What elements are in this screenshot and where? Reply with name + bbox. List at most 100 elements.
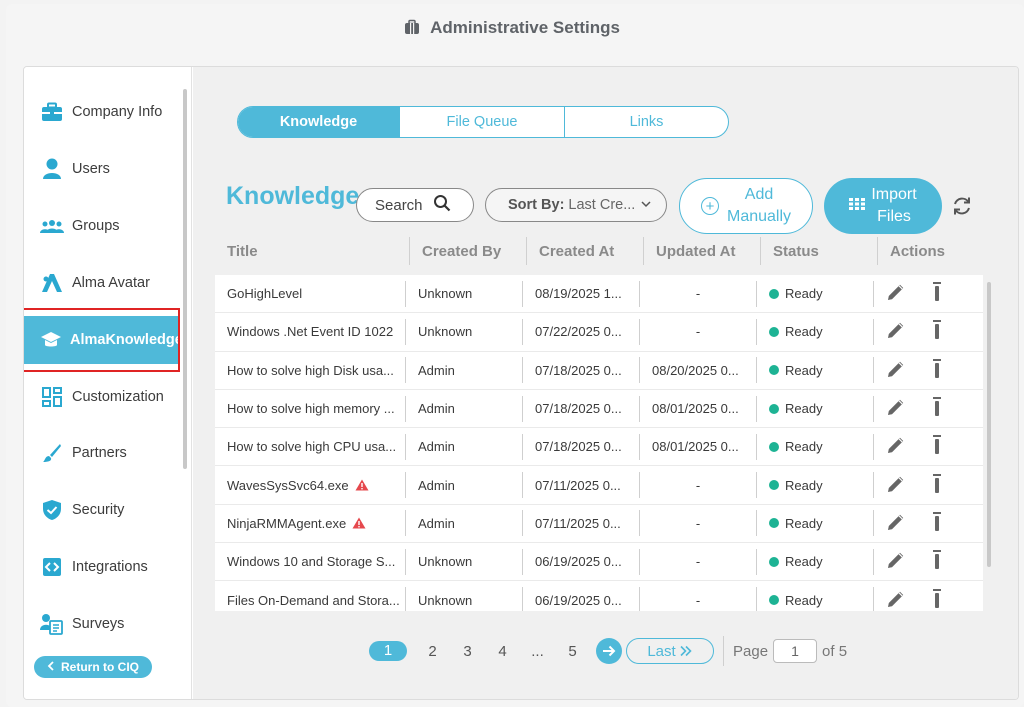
table-row[interactable]: Windows 10 and Storage S... Unknown 06/19/… [215, 543, 983, 582]
page-button-4[interactable]: 4 [485, 643, 520, 660]
sort-dropdown[interactable]: Sort By: Last Cre... [485, 188, 667, 222]
cell-title: How to solve high memory ... [215, 395, 406, 422]
column-header-title[interactable]: Title [215, 237, 410, 265]
sidebar-item-security[interactable]: Security [24, 486, 182, 534]
cell-created-at: 07/11/2025 0... [523, 510, 640, 537]
cell-title-text: Files On-Demand and Stora... [227, 592, 400, 608]
table-row[interactable]: Files On-Demand and Stora... Unknown 06/19… [215, 581, 983, 611]
column-header-updated-at[interactable]: Updated At [644, 237, 761, 265]
column-header-created-at[interactable]: Created At [527, 237, 644, 265]
sidebar-scrollbar[interactable] [183, 89, 187, 469]
table-row[interactable]: How to solve high CPU usa... Admin 07/18/2… [215, 428, 983, 467]
table-row[interactable]: WavesSysSvc64.exe Admin 07/11/2025 0... - Re… [215, 466, 983, 505]
page-button-3[interactable]: 3 [450, 643, 485, 660]
import-files-button[interactable]: Import Files [824, 178, 942, 234]
page-header: Administrative Settings [0, 18, 1024, 40]
cell-created-by-text: Admin [418, 477, 455, 493]
cell-status: Ready [757, 357, 874, 384]
edit-pencil-icon[interactable] [886, 474, 906, 497]
return-to-ciq-button[interactable]: Return to CIQ [34, 656, 152, 678]
page-button-1[interactable]: 1 [369, 641, 407, 661]
search-button[interactable]: Search [356, 188, 474, 222]
edit-pencil-icon[interactable] [886, 397, 906, 420]
edit-pencil-icon[interactable] [886, 282, 906, 305]
chevron-down-icon [641, 199, 651, 211]
table-scrollbar[interactable] [987, 282, 991, 567]
next-page-button[interactable] [596, 638, 622, 664]
status-badge: Ready [785, 515, 823, 531]
dashboard-grid-icon [40, 385, 64, 409]
edit-pencil-icon[interactable] [886, 589, 906, 611]
cell-status: Ready [757, 395, 874, 422]
cell-created-by-text: Admin [418, 515, 455, 531]
add-label-line2: Manually [726, 208, 792, 225]
sidebar-item-groups[interactable]: Groups [24, 202, 182, 250]
refresh-icon[interactable] [950, 194, 974, 218]
cell-created-by: Admin [406, 472, 523, 499]
delete-trash-icon[interactable] [932, 320, 942, 343]
column-header-status[interactable]: Status [761, 237, 878, 265]
cell-actions [874, 434, 983, 460]
cell-created-at: 06/19/2025 0... [523, 548, 640, 575]
last-label: Last [647, 642, 676, 660]
sidebar-item-customization[interactable]: Customization [24, 373, 182, 421]
edit-pencil-icon[interactable] [886, 512, 906, 535]
sidebar-item-surveys[interactable]: Surveys [24, 600, 182, 648]
sidebar-item-company-info[interactable]: Company Info [24, 88, 182, 136]
edit-pencil-icon[interactable] [886, 320, 906, 343]
table-row[interactable]: NinjaRMMAgent.exe Admin 07/11/2025 0... - Re… [215, 504, 983, 544]
cell-title-text: How to solve high memory ... [227, 401, 395, 417]
sidebar-item-users[interactable]: Users [24, 145, 182, 193]
edit-pencil-icon[interactable] [886, 359, 906, 382]
cell-updated-at-text: 08/01/2025 0... [652, 439, 739, 455]
page-number-input[interactable] [773, 639, 818, 663]
tab-file-queue[interactable]: File Queue [400, 107, 565, 137]
sidebar-item-label: Integrations [72, 559, 148, 575]
page-button-5[interactable]: 5 [555, 643, 590, 660]
cell-actions [874, 357, 983, 383]
add-manually-button[interactable]: + Add Manually [679, 178, 813, 234]
table-row[interactable]: How to solve high Disk usa... Admin 07/18/… [215, 351, 983, 390]
cell-status: Ready [757, 548, 874, 575]
tab-knowledge[interactable]: Knowledge [238, 107, 400, 137]
cell-title-text: GoHighLevel [227, 286, 303, 302]
sidebar-item-integrations[interactable]: Integrations [24, 543, 182, 591]
cell-title: Windows 10 and Storage S... [215, 548, 406, 575]
status-badge: Ready [785, 554, 823, 570]
cell-created-by: Unknown [406, 318, 523, 345]
delete-trash-icon[interactable] [932, 358, 942, 382]
cell-status: Ready [757, 280, 874, 307]
cell-actions [874, 549, 983, 575]
table-row[interactable]: How to solve high memory ... Admin 07/18/2… [215, 389, 983, 429]
tab-links[interactable]: Links [565, 107, 728, 137]
cell-actions [874, 319, 983, 345]
delete-trash-icon[interactable] [932, 473, 942, 497]
cell-updated-at-text: - [695, 477, 701, 493]
column-header-created-by[interactable]: Created By [410, 237, 527, 265]
delete-trash-icon[interactable] [932, 435, 942, 458]
table-row[interactable]: Windows .Net Event ID 1022 Unknown 07/22/2… [215, 313, 983, 352]
delete-trash-icon[interactable] [932, 397, 942, 420]
cell-updated-at-text: - [695, 286, 701, 302]
cell-created-by: Admin [406, 357, 523, 384]
status-badge: Ready [785, 286, 823, 302]
delete-trash-icon[interactable] [932, 588, 942, 611]
shield-check-icon [40, 498, 64, 522]
sidebar-item-alma-avatar[interactable]: Alma Avatar [24, 259, 182, 307]
cell-status: Ready [757, 318, 874, 345]
last-page-button[interactable]: Last [626, 638, 714, 664]
delete-trash-icon[interactable] [932, 511, 942, 535]
page-button-2[interactable]: 2 [415, 643, 450, 660]
page-title: Administrative Settings [430, 18, 620, 37]
edit-pencil-icon[interactable] [886, 550, 906, 573]
sidebar-item-partners[interactable]: Partners [24, 429, 182, 477]
edit-pencil-icon[interactable] [886, 435, 906, 458]
double-chevron-right-icon [680, 645, 692, 657]
pagination: 1 2 3 4 ... 5 Last Page of 5 [369, 636, 847, 666]
table-row[interactable]: GoHighLevel Unknown 08/19/2025 1... - Ready [215, 275, 983, 314]
tab-bar: Knowledge File Queue Links [237, 106, 729, 138]
table-grid-icon [849, 197, 866, 215]
add-manually-label: Add Manually [727, 184, 791, 228]
delete-trash-icon[interactable] [932, 282, 942, 305]
delete-trash-icon[interactable] [932, 550, 942, 573]
